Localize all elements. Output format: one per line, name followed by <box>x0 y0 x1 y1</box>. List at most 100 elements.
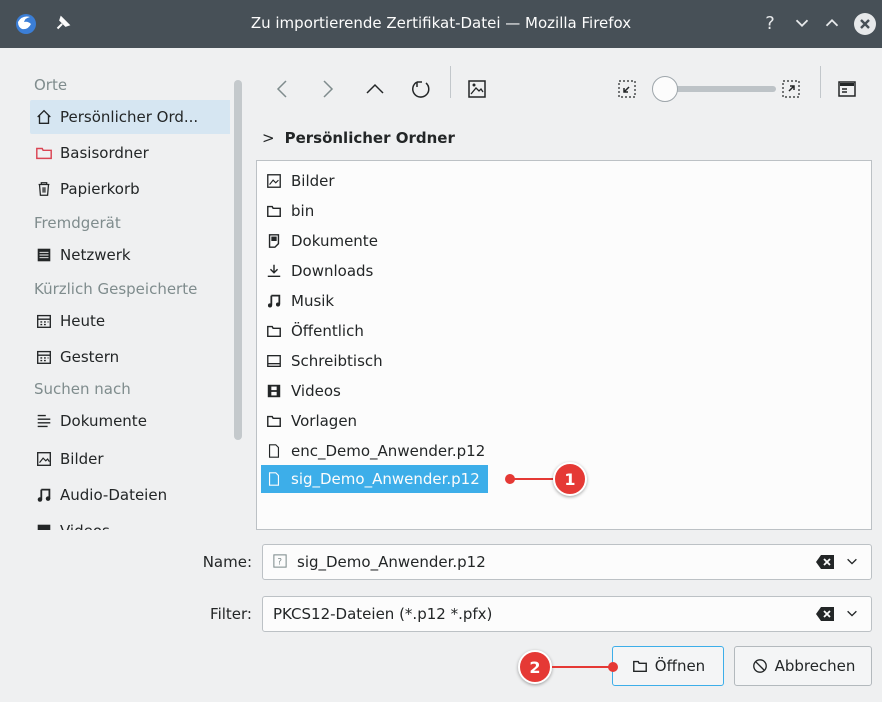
chevron-right-icon: > <box>262 129 275 147</box>
cancel-icon <box>751 657 769 675</box>
name-field[interactable]: ? sig_Demo_Anwender.p12 <box>262 544 872 580</box>
callout-badge-2: 2 <box>518 650 552 684</box>
breadcrumb[interactable]: > Persönlicher Ordner <box>262 126 455 150</box>
list-item-musik[interactable]: Musik <box>261 287 342 315</box>
video-folder-icon <box>265 382 283 400</box>
list-item-schreibtisch[interactable]: Schreibtisch <box>261 347 391 375</box>
parent-folder-icon[interactable] <box>362 76 388 102</box>
file-name: Dokumente <box>291 232 378 250</box>
cancel-button-label: Abbrechen <box>774 657 856 675</box>
music-folder-icon <box>265 292 283 310</box>
file-name: Vorlagen <box>291 412 358 430</box>
name-value: sig_Demo_Anwender.p12 <box>297 553 486 571</box>
forward-icon[interactable] <box>314 76 340 102</box>
zoom-slider-handle[interactable] <box>652 76 678 102</box>
list-item-sig-demo[interactable]: sig_Demo_Anwender.p12 <box>261 465 488 493</box>
list-item-enc-demo[interactable]: enc_Demo_Anwender.p12 <box>261 437 493 465</box>
sidebar-item-home[interactable]: Persönlicher Ord... <box>30 100 230 134</box>
chevron-down-icon[interactable] <box>845 551 861 571</box>
red-folder-icon <box>34 143 54 163</box>
file-icon <box>265 442 283 460</box>
minimize-icon[interactable] <box>790 12 814 36</box>
list-item-bin[interactable]: bin <box>261 197 322 225</box>
list-item-vorlagen[interactable]: Vorlagen <box>261 407 365 435</box>
zoom-out-icon[interactable] <box>614 76 640 102</box>
list-item-dokumente[interactable]: Dokumente <box>261 227 386 255</box>
close-icon[interactable] <box>854 13 876 35</box>
image-folder-icon <box>265 172 283 190</box>
sidebar-item-label: Dokumente <box>60 412 147 430</box>
sidebar-item-trash[interactable]: Papierkorb <box>30 172 230 206</box>
open-button[interactable]: Öffnen <box>612 646 724 686</box>
breadcrumb-current: Persönlicher Ordner <box>284 129 455 147</box>
sidebar-item-label: Basisordner <box>60 144 149 162</box>
filter-select[interactable]: PKCS12-Dateien (*.p12 *.pfx) <box>262 596 872 632</box>
zoom-slider-track[interactable] <box>670 86 776 92</box>
back-icon[interactable] <box>270 76 296 102</box>
sidebar-item-label: Papierkorb <box>60 180 140 198</box>
list-item-oeffentlich[interactable]: Öffentlich <box>261 317 372 345</box>
preview-image-icon[interactable] <box>464 76 490 102</box>
callout-badge-1: 1 <box>553 462 587 496</box>
places-sidebar: Orte Persönlicher Ord... Basisordner Pap… <box>20 70 230 530</box>
help-icon[interactable]: ? <box>758 12 782 36</box>
clear-text-icon[interactable] <box>815 554 835 570</box>
toolbar-separator <box>820 66 821 98</box>
sidebar-item-yesterday[interactable]: Gestern <box>30 340 230 374</box>
sidebar-heading-recent: Kürzlich Gespeicherte <box>34 280 198 298</box>
download-folder-icon <box>265 262 283 280</box>
zoom-in-icon[interactable] <box>778 76 804 102</box>
file-name: bin <box>291 202 315 220</box>
sidebar-item-label: Gestern <box>60 348 120 366</box>
home-icon <box>34 107 54 127</box>
file-name: sig_Demo_Anwender.p12 <box>291 470 480 488</box>
list-item-downloads[interactable]: Downloads <box>261 257 381 285</box>
window-title: Zu importierende Zertifikat-Datei — Mozi… <box>250 14 632 32</box>
file-name: Videos <box>291 382 341 400</box>
network-icon <box>34 245 54 265</box>
filter-value: PKCS12-Dateien (*.p12 *.pfx) <box>273 605 493 623</box>
folder-icon <box>265 412 283 430</box>
sidebar-item-label: Persönlicher Ord... <box>60 108 199 126</box>
folder-open-icon <box>631 657 649 675</box>
file-name: Schreibtisch <box>291 352 383 370</box>
sidebar-heading-places: Orte <box>34 76 68 94</box>
open-button-label: Öffnen <box>654 657 706 675</box>
maximize-icon[interactable] <box>820 12 844 36</box>
clear-text-icon[interactable] <box>815 606 835 622</box>
sidebar-item-search-audio[interactable]: Audio-Dateien <box>30 478 230 512</box>
callout-pointer <box>608 662 618 672</box>
unknown-file-icon: ? <box>273 554 289 570</box>
sidebar-heading-search: Suchen nach <box>34 380 131 398</box>
sidebar-scrollbar[interactable] <box>234 80 242 440</box>
reload-icon[interactable] <box>408 76 434 102</box>
cancel-button[interactable]: Abbrechen <box>734 646 872 686</box>
sidebar-item-search-videos[interactable]: Videos <box>30 514 230 530</box>
sidebar-item-search-images[interactable]: Bilder <box>30 442 230 476</box>
list-item-bilder[interactable]: Bilder <box>261 167 343 195</box>
document-lines-icon <box>34 411 54 431</box>
file-name: Downloads <box>291 262 374 280</box>
file-name: Öffentlich <box>291 322 364 340</box>
sidebar-item-today[interactable]: Heute <box>30 304 230 338</box>
callout-line <box>512 478 556 480</box>
calendar-icon <box>34 347 54 367</box>
title-bar: Zu importierende Zertifikat-Datei — Mozi… <box>0 0 882 48</box>
sidebar-toggle-icon[interactable] <box>834 76 860 102</box>
sidebar-item-root[interactable]: Basisordner <box>30 136 230 170</box>
sidebar-heading-remote: Fremdgerät <box>34 214 121 232</box>
folder-icon <box>265 322 283 340</box>
sidebar-item-label: Videos <box>60 522 110 530</box>
filter-label: Filter: <box>210 605 252 623</box>
sidebar-item-label: Heute <box>60 312 106 330</box>
sidebar-item-search-documents[interactable]: Dokumente <box>30 404 230 438</box>
image-icon <box>34 449 54 469</box>
sidebar-item-network[interactable]: Netzwerk <box>30 238 230 272</box>
sidebar-item-label: Audio-Dateien <box>60 486 168 504</box>
list-item-videos[interactable]: Videos <box>261 377 349 405</box>
file-name: enc_Demo_Anwender.p12 <box>291 442 486 460</box>
callout-line <box>552 666 614 668</box>
film-icon <box>34 521 54 530</box>
chevron-down-icon[interactable] <box>845 603 861 623</box>
file-name: Bilder <box>291 172 335 190</box>
